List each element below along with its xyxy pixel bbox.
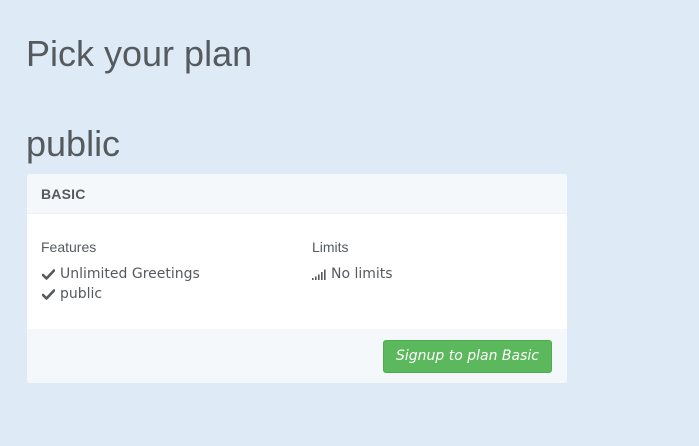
limits-column: Limits No limits — [312, 240, 393, 284]
section-title: public — [26, 123, 121, 164]
signal-bars-icon — [312, 267, 326, 281]
plan-name: BASIC — [41, 185, 86, 202]
feature-item: Unlimited Greetings — [41, 264, 200, 284]
limit-item: No limits — [312, 264, 393, 284]
feature-item: public — [41, 284, 200, 304]
check-icon — [41, 287, 55, 301]
plan-card-body: Features Unlimited Greetings public Limi… — [27, 214, 567, 329]
plan-card: BASIC Features Unlimited Greetings publi… — [27, 174, 567, 383]
page-title: Pick your plan — [26, 33, 253, 74]
feature-label: public — [60, 286, 103, 302]
features-column: Features Unlimited Greetings public — [41, 240, 200, 304]
limit-label: No limits — [331, 266, 393, 282]
plan-card-header: BASIC — [27, 174, 567, 214]
features-heading: Features — [41, 239, 97, 255]
signup-button[interactable]: Signup to plan Basic — [383, 340, 552, 373]
plan-card-footer: Signup to plan Basic — [27, 329, 567, 383]
feature-label: Unlimited Greetings — [60, 266, 200, 282]
limits-heading: Limits — [312, 239, 349, 255]
check-icon — [41, 267, 55, 281]
